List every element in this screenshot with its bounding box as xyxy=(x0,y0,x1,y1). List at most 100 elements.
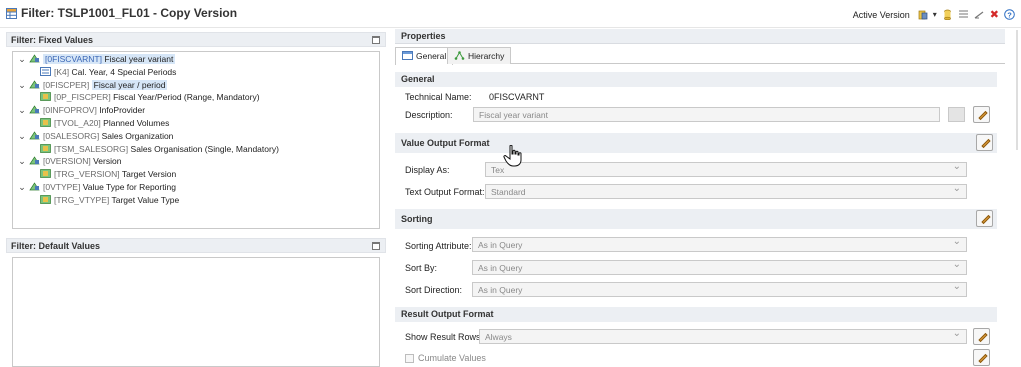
tree-node[interactable]: [TRG_VERSION] Target Version xyxy=(13,168,379,181)
chevron-down-icon[interactable]: ⌄ xyxy=(17,181,27,194)
chevron-down-icon[interactable]: ⌄ xyxy=(17,104,27,117)
pencil-icon xyxy=(981,138,991,149)
selected-tree-node[interactable]: [0FISCVARNT] Fiscal year variant xyxy=(43,54,176,64)
variable-icon xyxy=(40,194,51,204)
tree-node-code: [TRG_VERSION] xyxy=(54,169,120,180)
technical-name-label: Technical Name: xyxy=(405,92,472,102)
pencil-icon xyxy=(978,353,988,364)
tree-node[interactable]: [TSM_SALESORG] Sales Organisation (Singl… xyxy=(13,143,379,156)
tree-node-label: Target Value Type xyxy=(111,194,180,205)
tree-node-code: [0P_FISCPER] xyxy=(54,92,111,103)
fixed-values-header: Filter: Fixed Values xyxy=(6,32,386,47)
sorting-header: Sorting xyxy=(395,209,997,229)
sort-by-label: Sort By: xyxy=(405,263,438,273)
tab-general-label: General xyxy=(416,51,447,61)
technical-name-value: 0FISCVARNT xyxy=(489,92,545,102)
tree-node-label: Fiscal year variant xyxy=(104,54,174,64)
chevron-down-icon[interactable]: ⌄ xyxy=(17,53,27,66)
general-tab-icon xyxy=(402,51,413,60)
tree-node-code: [0VTYPE] xyxy=(43,181,81,192)
filter-grid-icon xyxy=(6,8,17,19)
help-icon[interactable]: ? xyxy=(1004,9,1015,20)
fixed-values-tree[interactable]: ⌄ [0FISCVARNT] Fiscal year variant [K4] Ca… xyxy=(12,51,380,229)
display-as-label: Display As: xyxy=(405,165,450,175)
tree-node-label: Planned Volumes xyxy=(103,117,170,128)
fixed-values-title: Filter: Fixed Values xyxy=(11,35,94,45)
sort-direction-select[interactable]: As in Query xyxy=(472,282,967,297)
tree-node-code: [0INFOPROV] xyxy=(43,105,97,116)
chevron-down-icon[interactable]: ⌄ xyxy=(17,130,27,143)
title-bar: Filter: TSLP1001_FL01 - Copy Version Act… xyxy=(0,0,1021,28)
sorting-attribute-select[interactable]: As in Query xyxy=(472,237,967,252)
tab-hierarchy-label: Hierarchy xyxy=(468,51,505,61)
tree-node-code: [0FISCPER] xyxy=(43,79,90,90)
text-output-format-label: Text Output Format: xyxy=(405,187,485,197)
tree-node-label: Value Type for Reporting xyxy=(82,181,176,192)
characteristic-icon xyxy=(29,54,40,63)
tree-node-code: [0SALESORG] xyxy=(43,130,100,141)
show-result-rows-select[interactable]: Always xyxy=(479,329,967,344)
title-actions: Active Version ▾ ✖ ? xyxy=(853,8,1015,21)
tree-node-label: Target Version xyxy=(121,169,177,180)
tree-node-label: Sales Organization xyxy=(101,130,174,141)
tree-node[interactable]: ⌄ [0VERSION] Version xyxy=(13,155,379,168)
default-values-title: Filter: Default Values xyxy=(11,241,101,251)
properties-tabs: General Hierarchy xyxy=(395,47,1005,65)
tree-node[interactable]: [K4] Cal. Year, 4 Special Periods xyxy=(13,66,379,79)
characteristic-icon xyxy=(29,105,40,114)
pencil-icon xyxy=(978,332,988,343)
tree-node[interactable]: ⌄ [0FISCPER] Fiscal year / period xyxy=(13,79,379,92)
default-values-area[interactable] xyxy=(12,257,380,367)
characteristic-icon xyxy=(29,156,40,165)
list-filter-icon[interactable] xyxy=(958,9,969,20)
variable-icon xyxy=(40,143,51,153)
tree-node-code: [0FISCVARNT] xyxy=(45,54,102,64)
tree-node[interactable]: ⌄ [0FISCVARNT] Fiscal year variant xyxy=(13,53,379,66)
tree-node-code: [TVOL_A20] xyxy=(54,117,101,128)
sorting-attribute-label: Sorting Attribute: xyxy=(405,241,472,251)
display-as-select[interactable]: Tex xyxy=(485,162,967,177)
pencil-icon xyxy=(978,110,988,121)
left-panel: Filter: Fixed Values ⌄ [0FISCVARNT] Fisca… xyxy=(6,32,386,367)
edit-result-rows-button[interactable] xyxy=(973,328,990,345)
chevron-down-icon[interactable]: ⌄ xyxy=(17,155,27,168)
database-icon[interactable] xyxy=(942,9,953,20)
edit-sorting-button[interactable] xyxy=(976,210,993,227)
text-output-format-select[interactable]: Standard xyxy=(485,184,967,199)
vertical-scrollbar[interactable] xyxy=(1015,30,1019,150)
sort-by-select[interactable]: As in Query xyxy=(472,260,967,275)
tree-node-label: Sales Organisation (Single, Mandatory) xyxy=(130,143,279,154)
edit-description-button[interactable] xyxy=(973,106,990,123)
description-field[interactable]: Fiscal year variant xyxy=(473,107,940,122)
svg-text:?: ? xyxy=(1007,10,1012,19)
edit-value-output-button[interactable] xyxy=(976,134,993,151)
chevron-down-icon[interactable]: ⌄ xyxy=(17,79,27,92)
maximize-icon[interactable] xyxy=(372,36,380,44)
version-cylinder-icon[interactable] xyxy=(917,9,928,20)
tree-node-label: Cal. Year, 4 Special Periods xyxy=(71,66,177,77)
cumulate-values-checkbox[interactable] xyxy=(405,354,414,363)
tab-hierarchy[interactable]: Hierarchy xyxy=(447,47,512,64)
scrollbar-track xyxy=(1016,30,1018,150)
tree-node[interactable]: ⌄ [0INFOPROV] InfoProvider xyxy=(13,104,379,117)
tree-node[interactable]: [TVOL_A20] Planned Volumes xyxy=(13,117,379,130)
tree-node-code: [K4] xyxy=(54,66,70,77)
list-value-icon xyxy=(40,66,51,76)
default-values-header: Filter: Default Values xyxy=(6,238,386,253)
variable-icon xyxy=(40,92,51,102)
edit-cumulate-button[interactable] xyxy=(973,349,990,366)
close-red-x-icon[interactable]: ✖ xyxy=(990,8,999,21)
show-result-rows-label: Show Result Rows: xyxy=(405,332,484,342)
tree-node[interactable]: ⌄ [0VTYPE] Value Type for Reporting xyxy=(13,181,379,194)
maximize-icon[interactable] xyxy=(372,242,380,250)
characteristic-icon xyxy=(29,182,40,191)
description-options-button[interactable] xyxy=(948,107,965,122)
tree-node[interactable]: [TRG_VTYPE] Target Value Type xyxy=(13,194,379,207)
chevron-down-icon[interactable]: ▾ xyxy=(933,10,937,19)
tree-node[interactable]: ⌄ [0SALESORG] Sales Organization xyxy=(13,130,379,143)
tree-node[interactable]: [0P_FISCPER] Fiscal Year/Period (Range, … xyxy=(13,91,379,104)
tab-general[interactable]: General xyxy=(395,47,454,65)
variable-icon xyxy=(40,169,51,179)
edit-lines-icon[interactable] xyxy=(974,9,985,20)
characteristic-icon xyxy=(29,79,40,88)
